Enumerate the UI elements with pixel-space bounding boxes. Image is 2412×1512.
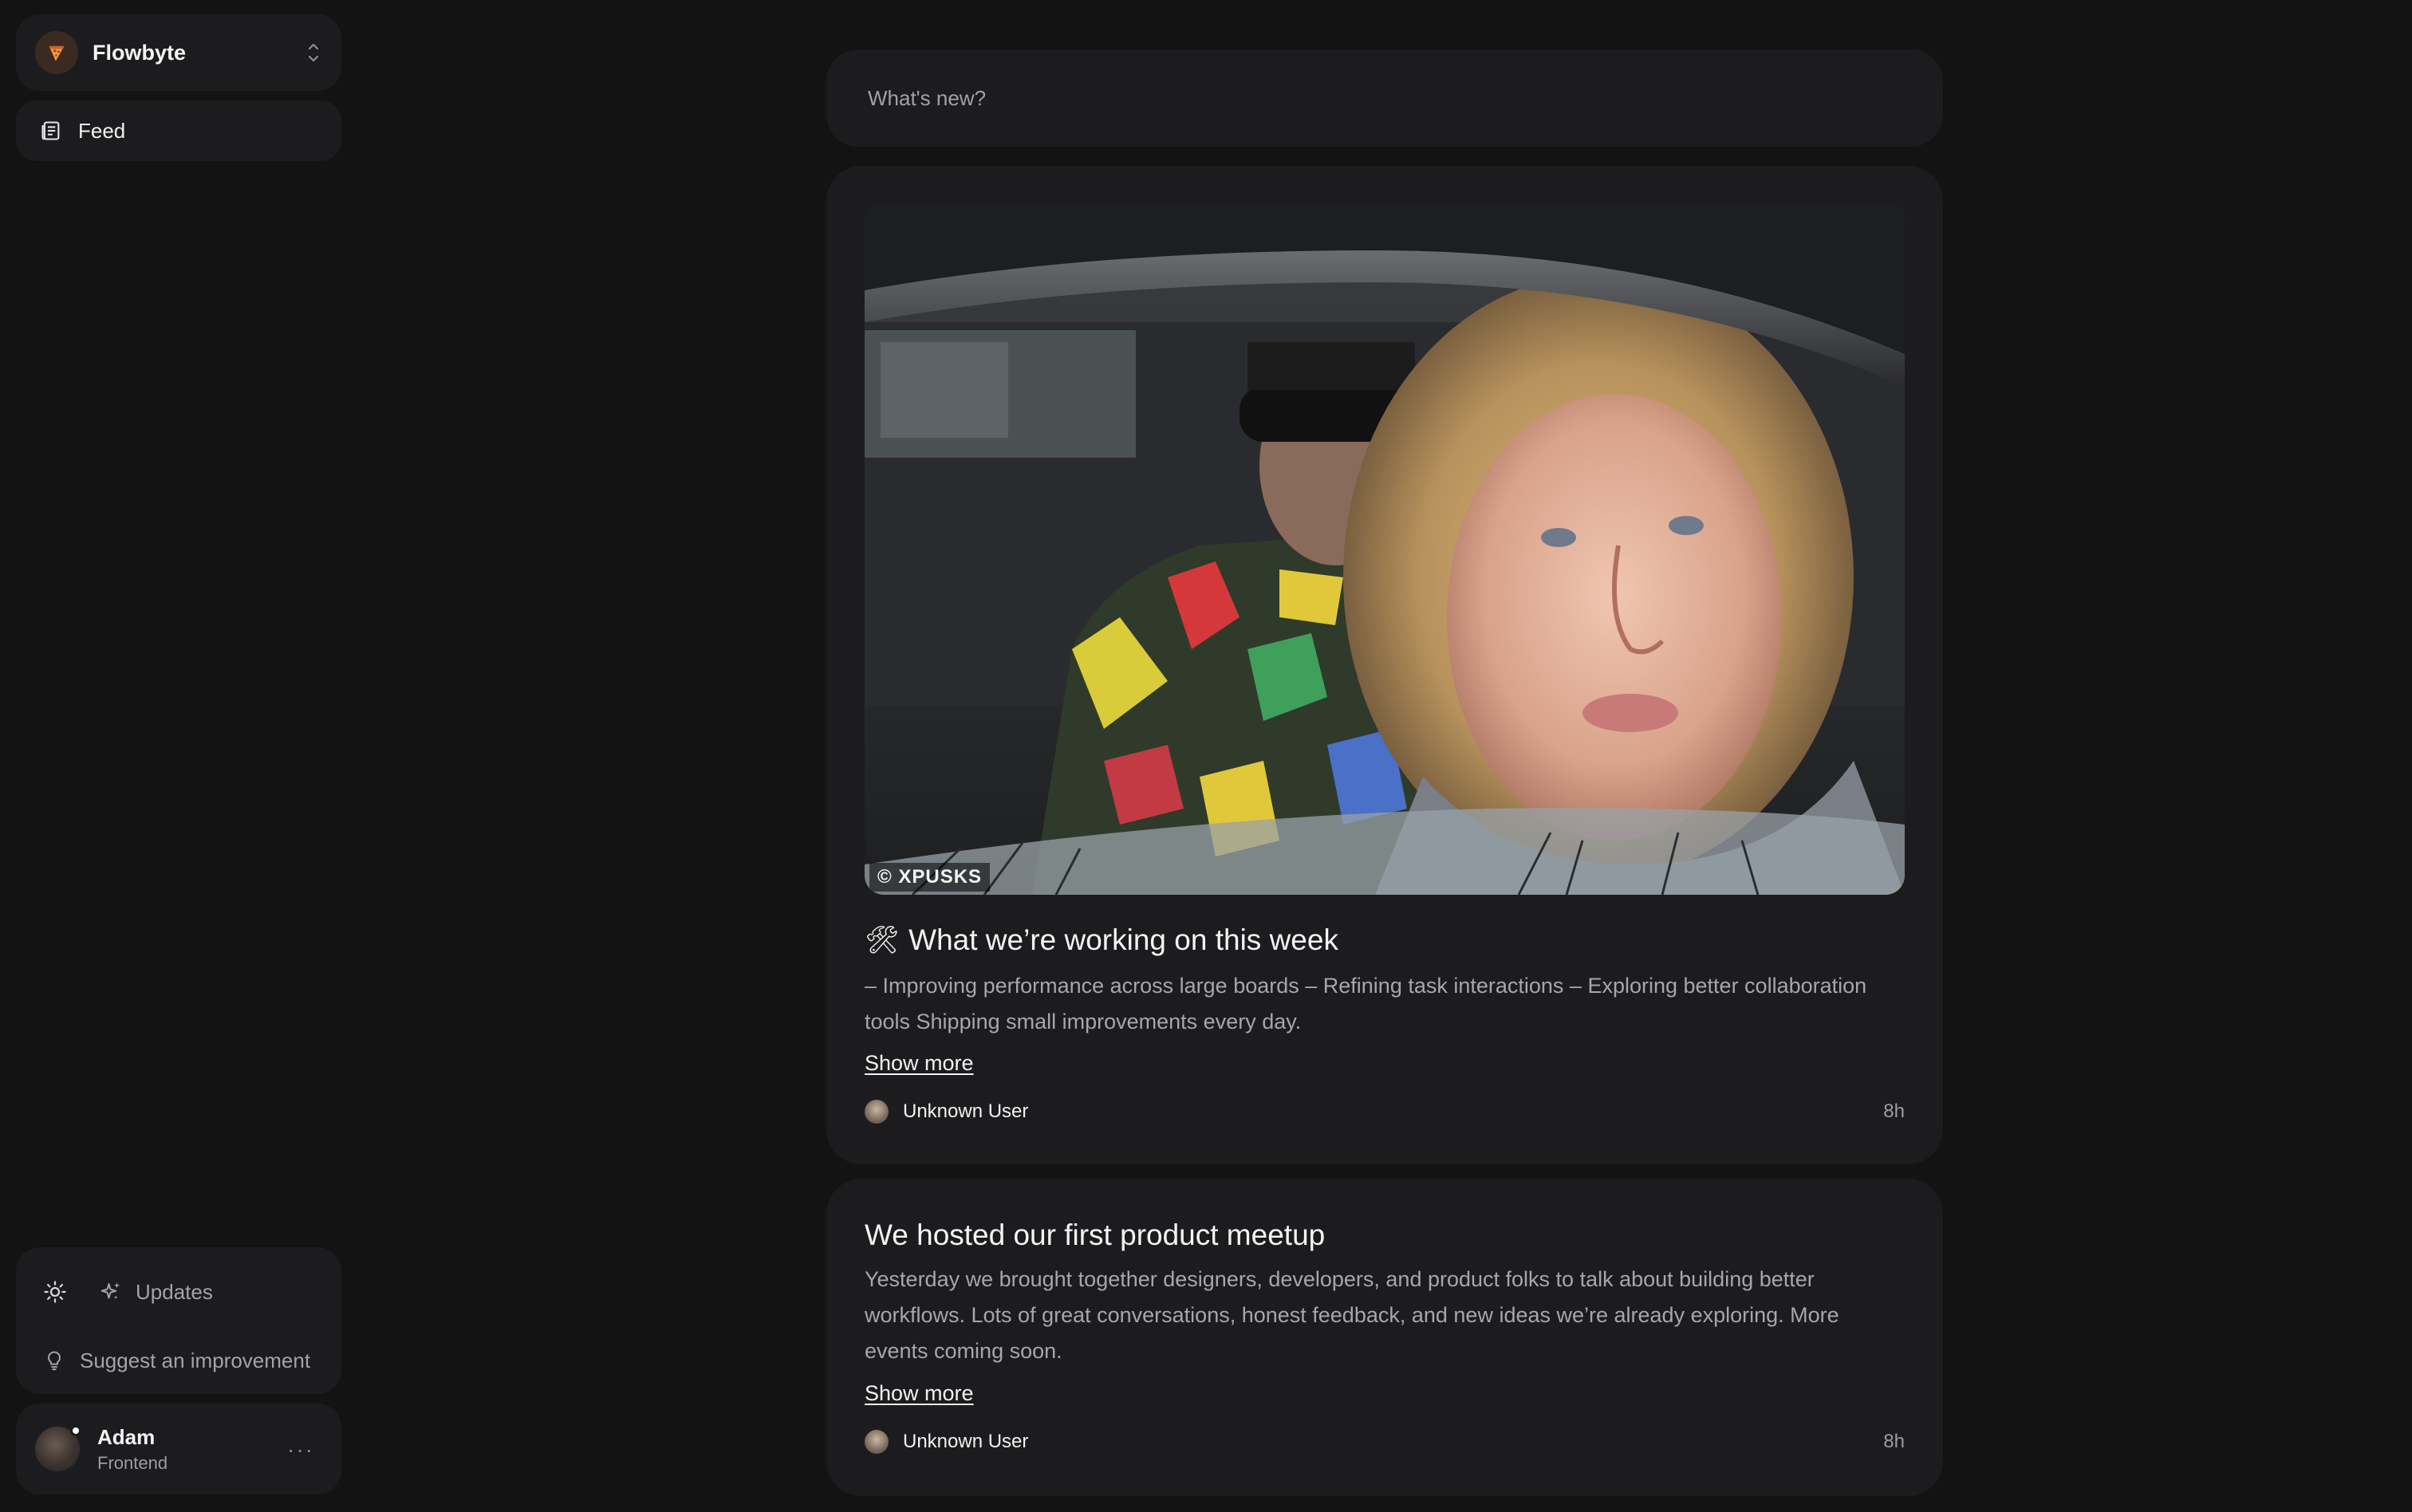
author-name[interactable]: Unknown User (903, 1431, 1028, 1453)
sidebar: Flowbyte Feed Updates Suggest an improve… (16, 14, 341, 1498)
post-title[interactable]: 🛠 What we’re working on this week (865, 923, 1338, 957)
sparkles-icon (100, 1282, 120, 1300)
updates-link[interactable]: Updates (99, 1268, 213, 1316)
user-name: Adam (97, 1424, 156, 1449)
composer-input[interactable] (868, 85, 1902, 111)
updates-label: Updates (136, 1279, 213, 1304)
suggest-improvement-link[interactable]: Suggest an improvement (16, 1337, 341, 1384)
more-options-icon[interactable]: ··· (287, 1437, 314, 1463)
user-info: Adam Frontend (97, 1425, 168, 1474)
post-image[interactable]: © XPUSKS (865, 203, 1905, 895)
workspace-switcher[interactable]: Flowbyte (16, 14, 341, 91)
user-card[interactable]: Adam Frontend ··· (16, 1404, 341, 1494)
author-avatar[interactable] (865, 1430, 889, 1454)
author-name[interactable]: Unknown User (903, 1101, 1028, 1123)
post-title-text: What we’re working on this week (908, 923, 1338, 956)
chevron-up-down-icon[interactable] (306, 38, 321, 67)
post-meta: Unknown User 8h (865, 1427, 1905, 1456)
post-body: Yesterday we brought together designers,… (865, 1267, 1839, 1363)
sun-icon[interactable] (43, 1280, 67, 1304)
online-status-dot (70, 1425, 81, 1436)
show-more-link[interactable]: Show more (865, 1051, 974, 1076)
suggest-improvement-label: Suggest an improvement (80, 1348, 311, 1372)
feed-post: © XPUSKS 🛠 What we’re working on this we… (826, 166, 1943, 1164)
post-time: 8h (1883, 1431, 1905, 1452)
sidebar-item-feed[interactable]: Feed (16, 100, 341, 161)
feed-icon (41, 121, 60, 140)
user-role: Frontend (97, 1452, 168, 1473)
avatar (35, 1425, 81, 1471)
workspace-name: Flowbyte (93, 40, 187, 65)
post-time: 8h (1883, 1101, 1905, 1122)
pizza-icon (35, 31, 78, 74)
post-body: – Improving performance across large boa… (865, 974, 1867, 1034)
author-avatar[interactable] (865, 1100, 889, 1124)
feed-post: We hosted our first product meetup Yeste… (826, 1179, 1943, 1496)
post-title[interactable]: We hosted our first product meetup (865, 1219, 1325, 1252)
sidebar-item-label: Feed (78, 118, 126, 143)
hammer-wrench-icon: 🛠 (865, 924, 900, 956)
post-title-text: We hosted our first product meetup (865, 1219, 1326, 1251)
post-meta: Unknown User 8h (865, 1097, 1905, 1126)
composer[interactable] (826, 49, 1943, 147)
image-watermark: © XPUSKS (869, 863, 991, 892)
lightbulb-icon (48, 1351, 61, 1371)
sidebar-bottom-panel: Updates Suggest an improvement (16, 1247, 341, 1394)
show-more-link[interactable]: Show more (865, 1381, 974, 1406)
updates-row: Updates (16, 1268, 341, 1316)
